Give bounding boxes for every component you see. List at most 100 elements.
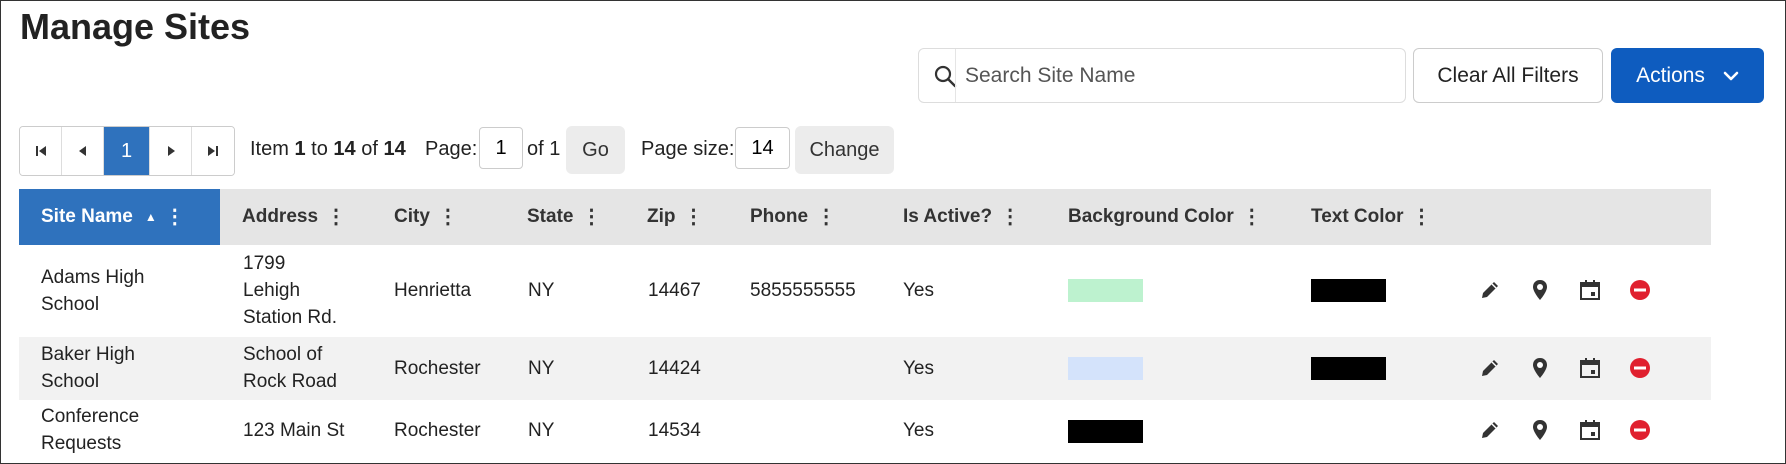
page-title: Manage Sites <box>20 6 251 47</box>
page-1-button[interactable]: 1 <box>104 127 150 175</box>
map-pin-icon[interactable] <box>1527 355 1553 381</box>
search-field[interactable] <box>918 48 1406 103</box>
cell-is-active: Yes <box>903 420 934 441</box>
calendar-icon[interactable] <box>1577 277 1603 303</box>
go-button[interactable]: Go <box>566 126 625 174</box>
chevron-down-icon <box>1723 64 1739 88</box>
previous-page-icon <box>78 146 86 156</box>
text-color-swatch <box>1311 279 1386 302</box>
table-row[interactable]: Conference Requests 123 Main St Rocheste… <box>19 400 1711 462</box>
column-menu-icon[interactable]: ⋮ <box>581 207 601 227</box>
cell-state: NY <box>528 280 555 301</box>
change-page-size-button[interactable]: Change <box>795 126 894 174</box>
search-input[interactable] <box>963 55 1397 97</box>
pencil-icon[interactable] <box>1477 417 1503 443</box>
cell-is-active: Yes <box>903 280 934 301</box>
pager-info-of-word: of <box>361 138 378 160</box>
actions-dropdown-button[interactable]: Actions <box>1611 48 1764 103</box>
page-size-input[interactable] <box>735 127 790 169</box>
page-size-label: Page size: <box>641 138 735 160</box>
calendar-icon[interactable] <box>1577 417 1603 443</box>
column-menu-icon[interactable]: ⋮ <box>684 207 704 227</box>
cell-city: Rochester <box>394 420 481 441</box>
cell-address: 1799 Lehigh Station Rd. <box>243 250 337 331</box>
column-header-zip[interactable]: Zip ⋮ <box>647 189 704 245</box>
column-header-site-name[interactable]: Site Name ▲ ⋮ <box>19 189 220 245</box>
page-label: Page: <box>425 138 478 160</box>
cell-text: Baker High <box>41 344 135 365</box>
background-color-swatch <box>1068 420 1143 443</box>
cell-site-name: Baker High School <box>41 341 135 395</box>
cell-state: NY <box>528 420 555 441</box>
cell-text: Rock Road <box>243 371 337 392</box>
column-header-city[interactable]: City ⋮ <box>394 189 458 245</box>
clear-all-filters-button[interactable]: Clear All Filters <box>1413 48 1603 103</box>
column-menu-icon[interactable]: ⋮ <box>165 207 185 227</box>
cell-text: School of <box>243 344 323 365</box>
column-header-text-color[interactable]: Text Color ⋮ <box>1311 189 1432 245</box>
remove-icon[interactable] <box>1627 355 1653 381</box>
column-label-site-name: Site Name <box>41 206 133 227</box>
cell-city: Rochester <box>394 358 481 379</box>
column-label-text-color: Text Color <box>1311 206 1404 227</box>
cell-is-active: Yes <box>903 358 934 379</box>
pager-info-prefix: Item <box>250 138 289 160</box>
table-row[interactable]: Baker High School School of Rock Road Ro… <box>19 337 1711 400</box>
pager-info-total: 14 <box>383 138 406 160</box>
previous-page-button[interactable] <box>62 127 104 175</box>
column-menu-icon[interactable]: ⋮ <box>1412 207 1432 227</box>
column-header-is-active[interactable]: Is Active? ⋮ <box>903 189 1020 245</box>
column-menu-icon[interactable]: ⋮ <box>816 207 836 227</box>
cell-text: 1799 <box>243 253 286 274</box>
remove-icon[interactable] <box>1627 277 1653 303</box>
cell-site-name: Adams High School <box>41 264 145 318</box>
map-pin-icon[interactable] <box>1527 417 1553 443</box>
current-page-number: 1 <box>120 139 133 162</box>
first-page-button[interactable] <box>20 127 62 175</box>
clear-all-filters-label: Clear All Filters <box>1437 63 1579 87</box>
cell-zip: 14534 <box>648 420 701 441</box>
column-label-zip: Zip <box>647 206 676 227</box>
pager-info: Item 1 to 14 of 14 <box>250 138 406 161</box>
column-menu-icon[interactable]: ⋮ <box>1242 207 1262 227</box>
last-page-icon <box>208 146 218 156</box>
table-row[interactable]: Adams High School 1799 Lehigh Station Rd… <box>19 245 1711 337</box>
next-page-button[interactable] <box>150 127 192 175</box>
column-label-state: State <box>527 206 574 227</box>
column-header-phone[interactable]: Phone ⋮ <box>750 189 836 245</box>
page-of-text: of 1 <box>527 138 561 160</box>
cell-text: Lehigh <box>243 280 301 301</box>
cell-zip: 14424 <box>648 358 701 379</box>
column-label-background-color: Background Color <box>1068 206 1234 227</box>
change-label: Change <box>809 138 880 161</box>
pencil-icon[interactable] <box>1477 277 1503 303</box>
calendar-icon[interactable] <box>1577 355 1603 381</box>
remove-icon[interactable] <box>1627 417 1653 443</box>
actions-label: Actions <box>1636 63 1705 87</box>
page-number-input[interactable] <box>479 127 523 169</box>
cell-state: NY <box>528 358 555 379</box>
column-header-address[interactable]: Address ⋮ <box>242 189 346 245</box>
background-color-swatch <box>1068 357 1143 380</box>
background-color-swatch <box>1068 279 1143 302</box>
column-header-state[interactable]: State ⋮ <box>527 189 601 245</box>
cell-text: Station Rd. <box>243 307 337 328</box>
go-label: Go <box>582 138 609 161</box>
column-menu-icon[interactable]: ⋮ <box>326 207 346 227</box>
grid-header: Site Name ▲ ⋮ Address ⋮ City ⋮ State ⋮ Zip ⋮… <box>19 189 1711 245</box>
first-page-icon <box>35 146 46 156</box>
last-page-button[interactable] <box>192 127 234 175</box>
cell-address: 123 Main St <box>243 417 344 444</box>
column-menu-icon[interactable]: ⋮ <box>438 207 458 227</box>
column-header-background-color[interactable]: Background Color ⋮ <box>1068 189 1262 245</box>
cell-phone: 5855555555 <box>750 280 856 301</box>
pager: 1 <box>19 126 235 176</box>
pager-info-from: 1 <box>294 138 306 160</box>
search-divider <box>955 49 956 102</box>
map-pin-icon[interactable] <box>1527 277 1553 303</box>
pager-info-to: 14 <box>333 138 356 160</box>
column-menu-icon[interactable]: ⋮ <box>1000 207 1020 227</box>
sort-ascending-icon: ▲ <box>144 210 157 224</box>
cell-text: Requests <box>41 433 122 454</box>
pencil-icon[interactable] <box>1477 355 1503 381</box>
